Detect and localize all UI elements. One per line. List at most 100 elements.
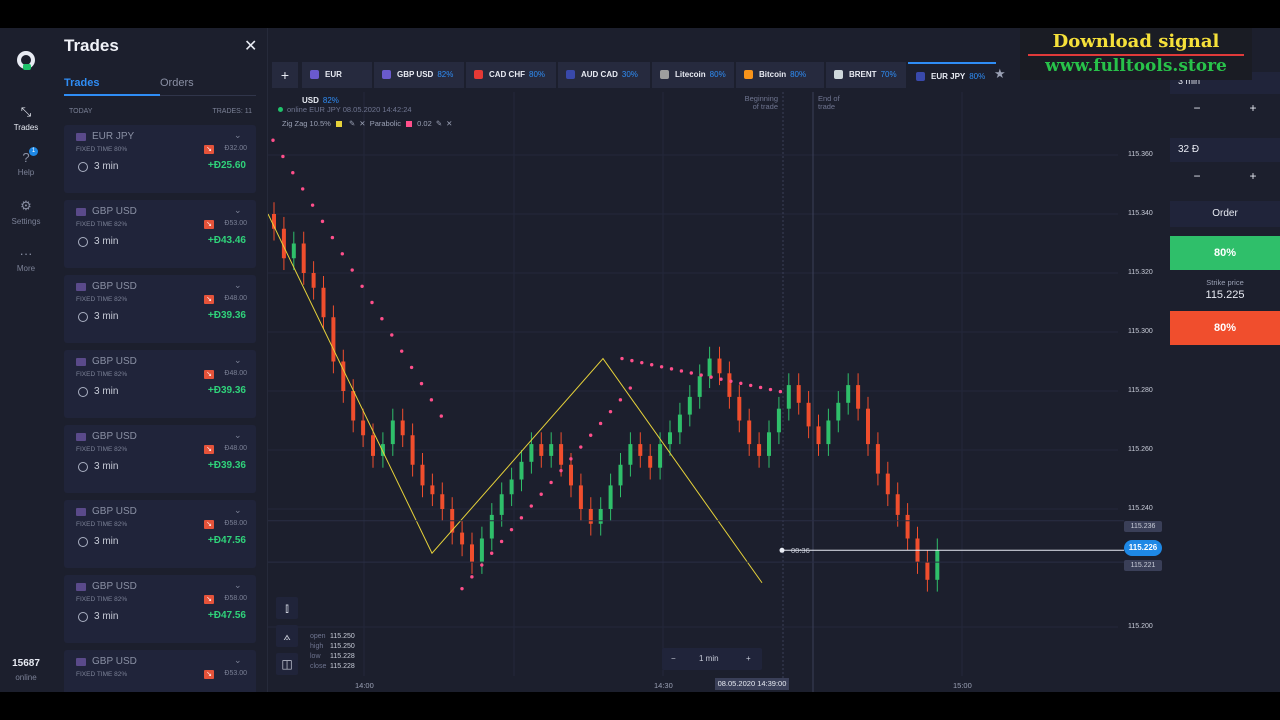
bullish-candle bbox=[390, 420, 395, 445]
chevron-down-icon[interactable]: ⌄ bbox=[234, 655, 242, 666]
bearish-candle bbox=[400, 420, 405, 436]
chart-type-icon[interactable]: ⫾ bbox=[276, 597, 298, 619]
close-icon[interactable]: ✕ bbox=[244, 36, 257, 56]
clock-icon bbox=[78, 462, 88, 472]
trade-type: FIXED TIME 82% bbox=[76, 521, 128, 528]
parabolic-dot bbox=[689, 371, 693, 375]
down-arrow-icon: ↘ bbox=[204, 520, 214, 529]
trade-duration: 3 min bbox=[94, 161, 119, 172]
amount-field[interactable]: 32 Đ bbox=[1170, 138, 1280, 162]
bearish-candle bbox=[806, 402, 811, 427]
trade-card[interactable]: GBP USD ⌄ FIXED TIME 82% ↘ Đ48.00 3 min +Đ39.3… bbox=[64, 425, 256, 493]
parabolic-dot bbox=[439, 414, 443, 418]
drawing-tool-icon[interactable]: ⟑ bbox=[276, 625, 298, 647]
zoom-out-button[interactable]: − bbox=[671, 648, 676, 670]
amount-stepper: − + bbox=[1170, 169, 1280, 189]
chevron-down-icon[interactable]: ⌄ bbox=[234, 355, 242, 366]
trade-pair: GBP USD bbox=[92, 206, 137, 217]
chevron-down-icon[interactable]: ⌄ bbox=[234, 280, 242, 291]
rail-more-label: More bbox=[16, 264, 36, 273]
chevron-down-icon[interactable]: ⌄ bbox=[234, 205, 242, 216]
bearish-candle bbox=[866, 408, 870, 445]
tab-underline bbox=[64, 94, 160, 96]
bearish-candle bbox=[361, 420, 366, 436]
parabolic-dot bbox=[419, 381, 424, 386]
bearish-candle bbox=[440, 494, 445, 509]
parabolic-dot bbox=[628, 386, 632, 390]
call-button[interactable]: 80% bbox=[1170, 236, 1280, 270]
edit-icon[interactable]: ✎ bbox=[349, 119, 355, 128]
price-tag: 115.221 bbox=[1124, 560, 1162, 571]
bearish-candle bbox=[727, 373, 732, 397]
bullish-candle bbox=[549, 444, 554, 456]
time-minus-button[interactable]: − bbox=[1170, 101, 1224, 115]
bearish-candle bbox=[371, 435, 375, 456]
trade-duration: 3 min bbox=[94, 236, 119, 247]
remove-icon[interactable]: ✕ bbox=[446, 119, 452, 128]
bearish-candle bbox=[321, 287, 326, 318]
chevron-down-icon[interactable]: ⌄ bbox=[234, 130, 242, 141]
bearish-candle bbox=[717, 358, 722, 374]
zoom-in-button[interactable]: + bbox=[746, 648, 751, 670]
bearish-candle bbox=[470, 544, 474, 563]
remove-icon[interactable]: ✕ bbox=[359, 119, 365, 128]
logo-icon bbox=[17, 51, 35, 70]
bullish-candle bbox=[509, 479, 514, 495]
tab-trades[interactable]: Trades bbox=[64, 77, 99, 89]
chevron-down-icon[interactable]: ⌄ bbox=[234, 430, 242, 441]
chevron-down-icon[interactable]: ⌄ bbox=[234, 580, 242, 591]
expiry-timer: 00:36 bbox=[791, 546, 810, 555]
amount-value: 32 Đ bbox=[1178, 144, 1200, 155]
layout-icon[interactable]: ◫ bbox=[276, 653, 298, 675]
time-plus-button[interactable]: + bbox=[1226, 101, 1280, 115]
rail-settings[interactable]: ⚙ Settings bbox=[0, 198, 52, 226]
parabolic-dot bbox=[549, 480, 553, 485]
help-badge: 1 bbox=[29, 147, 38, 156]
parabolic-dot bbox=[569, 457, 573, 461]
trade-card[interactable]: GBP USD ⌄ FIXED TIME 82% ↘ Đ53.00 3 min +Đ43.4… bbox=[64, 200, 256, 268]
chart-area[interactable]: + EUR USD 82% GBP USD 82% CAD CHF 80% AUD CAD 3… bbox=[268, 28, 1168, 692]
trade-card[interactable]: GBP USD ⌄ FIXED TIME 82% ↘ Đ48.00 3 min +Đ39.3… bbox=[64, 275, 256, 343]
tab-orders[interactable]: Orders bbox=[160, 77, 194, 89]
bearish-candle bbox=[430, 485, 435, 495]
time-tick: 15:00 bbox=[953, 681, 972, 690]
trade-pair: GBP USD bbox=[92, 581, 137, 592]
rail-trades[interactable]: ⤡ Trades bbox=[0, 104, 52, 132]
trade-card[interactable]: GBP USD ⌄ FIXED TIME 82% ↘ Đ48.00 3 min +Đ39.3… bbox=[64, 350, 256, 418]
amount-plus-button[interactable]: + bbox=[1226, 169, 1280, 183]
down-arrow-icon: ↘ bbox=[204, 670, 214, 679]
trade-duration: 3 min bbox=[94, 386, 119, 397]
timeframe-value[interactable]: 1 min bbox=[699, 648, 719, 670]
parabolic-dot bbox=[380, 317, 384, 321]
strike-value: 115.225 bbox=[1205, 289, 1245, 301]
strike-label: Strike price bbox=[1206, 278, 1244, 287]
bearish-candle bbox=[460, 532, 465, 545]
chevron-down-icon[interactable]: ⌄ bbox=[234, 505, 242, 516]
parabolic-dot bbox=[470, 575, 474, 579]
parabolic-dot bbox=[529, 504, 533, 508]
rail-more[interactable]: ··· More bbox=[0, 246, 52, 273]
trade-card[interactable]: GBP USD ⌄ FIXED TIME 82% ↘ Đ58.00 3 min +Đ47.5… bbox=[64, 500, 256, 568]
price-tag: 115.236 bbox=[1124, 521, 1162, 532]
trade-amount: Đ48.00 bbox=[224, 445, 247, 452]
parabolic-dot bbox=[630, 358, 634, 363]
trade-amount: Đ58.00 bbox=[224, 595, 247, 602]
indicator-legend: Zig Zag 10.5% ✎ ✕ Parabolic 0.02 ✎ ✕ bbox=[282, 119, 454, 128]
parabolic-dot bbox=[320, 219, 325, 224]
bullish-candle bbox=[836, 402, 841, 421]
rail-help[interactable]: ? 1 Help bbox=[0, 147, 52, 177]
bullish-candle bbox=[529, 444, 534, 462]
put-button[interactable]: 80% bbox=[1170, 311, 1280, 345]
trade-amount: Đ48.00 bbox=[224, 370, 247, 377]
edit-icon[interactable]: ✎ bbox=[436, 119, 442, 128]
amount-minus-button[interactable]: − bbox=[1170, 169, 1224, 183]
beginning-of-trade-label: Beginning of trade bbox=[740, 95, 778, 111]
trade-card[interactable]: GBP USD ⌄ FIXED TIME 82% ↘ Đ58.00 3 min +Đ47.5… bbox=[64, 575, 256, 643]
order-button[interactable]: Order bbox=[1170, 201, 1280, 227]
chart-status: online EUR JPY 08.05.2020 14:42:24 bbox=[278, 105, 412, 114]
price-tick: 115.360 bbox=[1128, 151, 1153, 158]
bullish-candle bbox=[687, 396, 692, 415]
flag-icon bbox=[76, 358, 86, 366]
trade-card[interactable]: EUR JPY ⌄ FIXED TIME 80% ↘ Đ32.00 3 min +Đ25.6… bbox=[64, 125, 256, 193]
trade-card[interactable]: GBP USD ⌄ FIXED TIME 82% ↘ Đ53.00 bbox=[64, 650, 256, 692]
